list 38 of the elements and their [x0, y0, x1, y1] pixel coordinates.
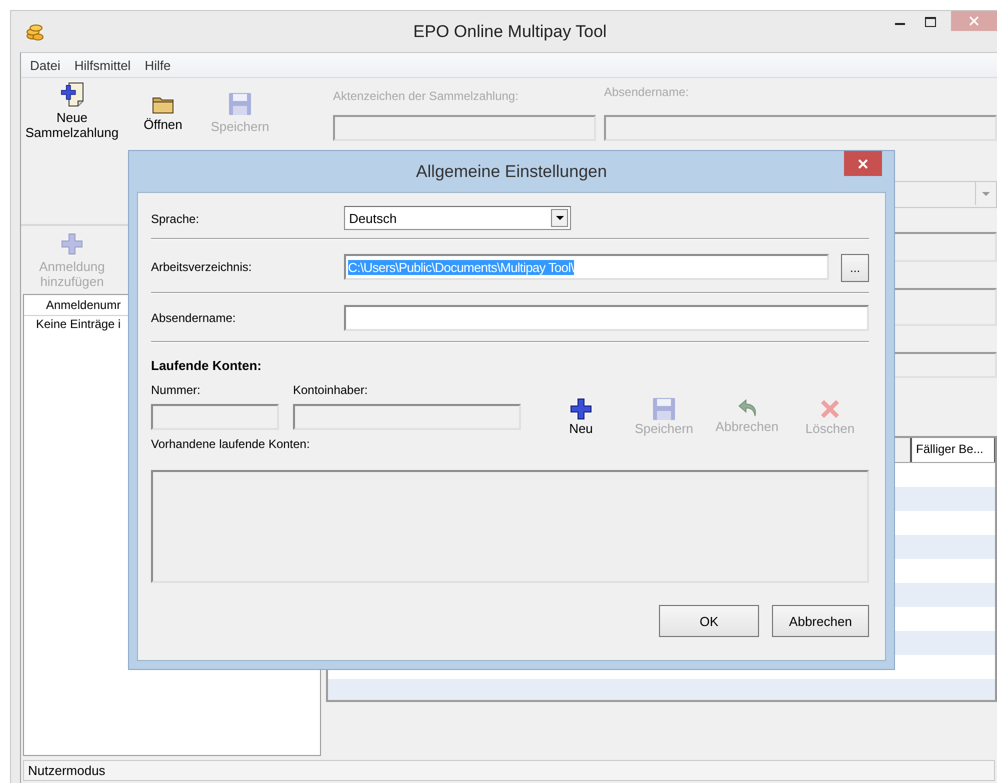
- window-title: EPO Online Multipay Tool: [412, 22, 608, 42]
- status-text: Nutzermodus: [23, 760, 995, 781]
- list-label: Vorhandene laufende Konten:: [151, 437, 311, 451]
- field-label: Absendername:: [604, 85, 690, 101]
- close-button[interactable]: [951, 11, 997, 31]
- field-label: Kontoinhaber:: [293, 383, 369, 399]
- dropdown-arrow-icon: [556, 216, 564, 220]
- field-label: Aktenzeichen der Sammelzahlung:: [333, 89, 520, 105]
- maximize-icon: [924, 17, 936, 27]
- menu-item[interactable]: Hilfe: [138, 58, 178, 72]
- column-header[interactable]: Anmeldenumr: [24, 295, 125, 315]
- empty-list-text: Keine Einträge i: [36, 317, 121, 331]
- sender-name-field[interactable]: [344, 305, 869, 331]
- undo-arrow-icon: [736, 397, 758, 419]
- language-dropdown[interactable]: Deutsch: [344, 206, 571, 230]
- action-button[interactable]: Neu: [547, 397, 615, 436]
- new-document-icon: [60, 82, 84, 107]
- dialog-title: Allgemeine Einstellungen: [416, 162, 607, 182]
- field-label: Absendername:: [151, 310, 237, 325]
- close-icon: [858, 158, 868, 168]
- close-icon: [969, 16, 979, 26]
- dialog-button[interactable]: OK: [659, 605, 759, 637]
- dropdown-arrow-icon: [982, 192, 990, 196]
- menu-item[interactable]: Hilfsmittel: [67, 58, 138, 72]
- toolbar-button[interactable]: Neue Sammelzahlung: [23, 82, 121, 140]
- close-button[interactable]: [844, 151, 882, 176]
- plus-icon: [60, 232, 84, 256]
- toolbar-button[interactable]: Öffnen: [133, 94, 193, 132]
- browse-button[interactable]: ...: [841, 254, 869, 282]
- coins-icon: [25, 22, 45, 41]
- field-label: Nummer:: [151, 383, 202, 399]
- section-heading: Laufende Konten:: [151, 358, 262, 373]
- field-label: Arbeitsverzeichnis:: [151, 259, 253, 274]
- plus-icon: [569, 397, 593, 421]
- menu-item[interactable]: Datei: [23, 58, 68, 72]
- column-header[interactable]: Fälliger Be...: [911, 438, 995, 462]
- dialog-button[interactable]: Abbrechen: [772, 605, 869, 637]
- field-label: Sprache:: [151, 211, 200, 226]
